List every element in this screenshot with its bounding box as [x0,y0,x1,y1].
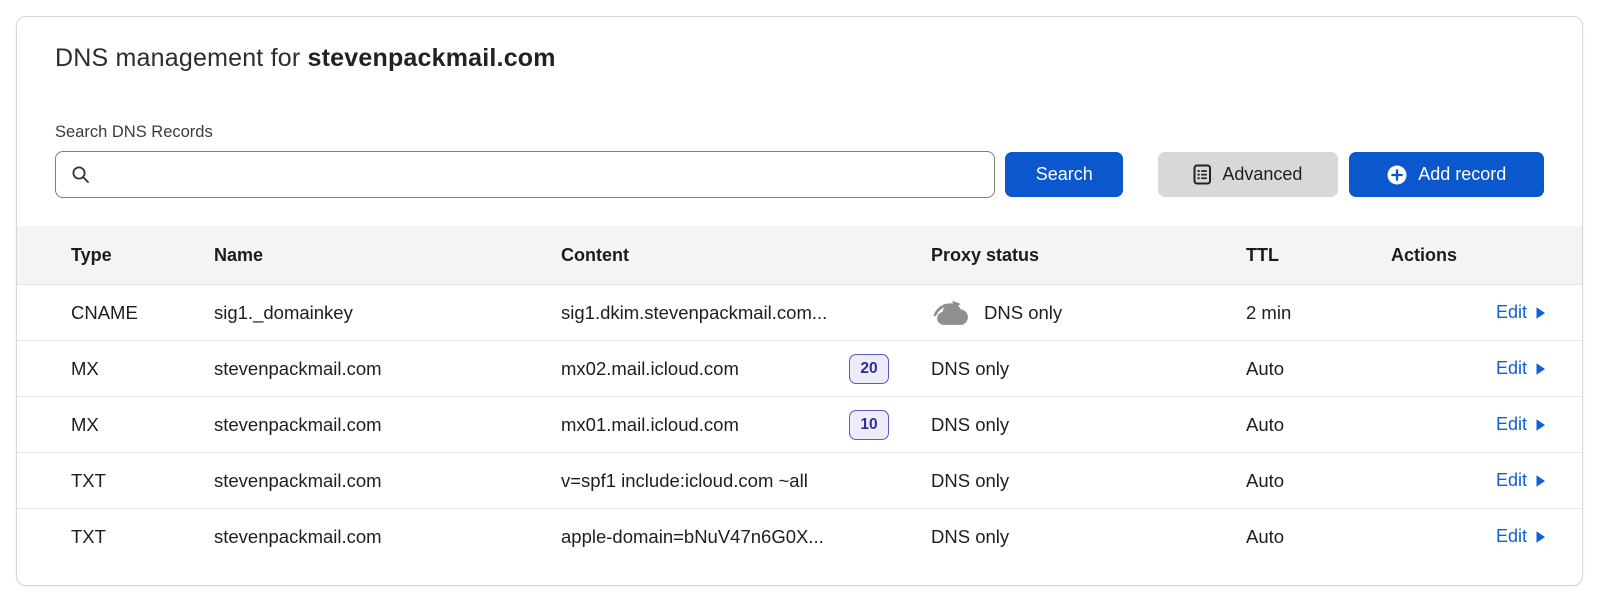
record-ttl: Auto [1246,414,1391,436]
record-name: sig1._domainkey [214,302,561,324]
record-actions-cell: Edit [1391,302,1546,323]
record-content-cell: mx01.mail.icloud.com 10 [561,410,931,440]
edit-button-label: Edit [1496,358,1527,379]
record-content: mx01.mail.icloud.com [561,414,739,436]
search-box [55,151,995,198]
record-actions-cell: Edit [1391,358,1546,379]
table-row: CNAME sig1._domainkey sig1.dkim.stevenpa… [17,284,1582,340]
table-row: MX stevenpackmail.com mx01.mail.icloud.c… [17,396,1582,452]
search-label: Search DNS Records [55,123,1544,142]
edit-button-label: Edit [1496,470,1527,491]
column-header-name: Name [214,245,561,266]
controls-bar: Search Advanced Add record [55,151,1544,198]
table-row: MX stevenpackmail.com mx02.mail.icloud.c… [17,340,1582,396]
page-title-prefix: DNS management for [55,44,308,72]
record-ttl: Auto [1246,526,1391,548]
dns-only-cloud-icon [931,298,973,328]
dns-management-card: DNS management for stevenpackmail.com Se… [16,16,1583,586]
table-row: TXT stevenpackmail.com apple-domain=bNuV… [17,508,1582,564]
domain-name: stevenpackmail.com [308,44,556,72]
record-content: apple-domain=bNuV47n6G0X... [561,526,824,548]
record-content: sig1.dkim.stevenpackmail.com... [561,302,827,324]
record-ttl: Auto [1246,358,1391,380]
record-proxy-cell: DNS only [931,358,1246,380]
edit-button-label: Edit [1496,302,1527,323]
record-type: CNAME [71,302,214,324]
edit-arrow-icon [1535,474,1546,488]
edit-button[interactable]: Edit [1496,414,1546,435]
edit-button[interactable]: Edit [1496,470,1546,491]
edit-button-label: Edit [1496,526,1527,547]
edit-button[interactable]: Edit [1496,302,1546,323]
edit-button[interactable]: Edit [1496,526,1546,547]
priority-badge: 10 [849,410,889,440]
record-actions-cell: Edit [1391,470,1546,491]
record-name: stevenpackmail.com [214,526,561,548]
record-type: MX [71,358,214,380]
record-name: stevenpackmail.com [214,470,561,492]
edit-button-label: Edit [1496,414,1527,435]
proxy-status-text: DNS only [984,302,1062,324]
record-type: TXT [71,470,214,492]
advanced-list-icon [1193,164,1212,185]
advanced-button[interactable]: Advanced [1158,152,1337,197]
dns-records-table: Type Name Content Proxy status TTL Actio… [17,226,1582,564]
search-input[interactable] [90,152,994,197]
record-content: mx02.mail.icloud.com [561,358,739,380]
record-content-cell: apple-domain=bNuV47n6G0X... [561,526,931,548]
table-header-row: Type Name Content Proxy status TTL Actio… [17,226,1582,284]
record-proxy-cell: DNS only [931,526,1246,548]
column-header-proxy-status: Proxy status [931,245,1246,266]
edit-arrow-icon [1535,418,1546,432]
priority-badge: 20 [849,354,889,384]
plus-circle-icon [1386,164,1408,186]
record-actions-cell: Edit [1391,526,1546,547]
edit-arrow-icon [1535,306,1546,320]
record-type: TXT [71,526,214,548]
proxy-status-text: DNS only [931,470,1009,492]
add-record-button[interactable]: Add record [1349,152,1544,197]
edit-arrow-icon [1535,530,1546,544]
proxy-status-text: DNS only [931,358,1009,380]
record-content-cell: mx02.mail.icloud.com 20 [561,354,931,384]
column-header-ttl: TTL [1246,245,1391,266]
record-proxy-cell: DNS only [931,298,1246,328]
record-proxy-cell: DNS only [931,470,1246,492]
table-body: CNAME sig1._domainkey sig1.dkim.stevenpa… [17,284,1582,564]
record-type: MX [71,414,214,436]
search-button[interactable]: Search [1005,152,1123,197]
record-ttl: Auto [1246,470,1391,492]
record-name: stevenpackmail.com [214,358,561,380]
record-proxy-cell: DNS only [931,414,1246,436]
table-row: TXT stevenpackmail.com v=spf1 include:ic… [17,452,1582,508]
record-actions-cell: Edit [1391,414,1546,435]
record-ttl: 2 min [1246,302,1391,324]
column-header-content: Content [561,245,931,266]
add-record-button-label: Add record [1418,164,1506,185]
edit-button[interactable]: Edit [1496,358,1546,379]
search-icon [71,165,90,184]
advanced-button-label: Advanced [1222,164,1302,185]
proxy-status-text: DNS only [931,414,1009,436]
page-title: DNS management for stevenpackmail.com [17,17,1582,73]
column-header-type: Type [71,245,214,266]
edit-arrow-icon [1535,362,1546,376]
proxy-status-text: DNS only [931,526,1009,548]
column-header-actions: Actions [1391,245,1546,266]
record-content: v=spf1 include:icloud.com ~all [561,470,808,492]
record-content-cell: sig1.dkim.stevenpackmail.com... [561,302,931,324]
record-name: stevenpackmail.com [214,414,561,436]
record-content-cell: v=spf1 include:icloud.com ~all [561,470,931,492]
